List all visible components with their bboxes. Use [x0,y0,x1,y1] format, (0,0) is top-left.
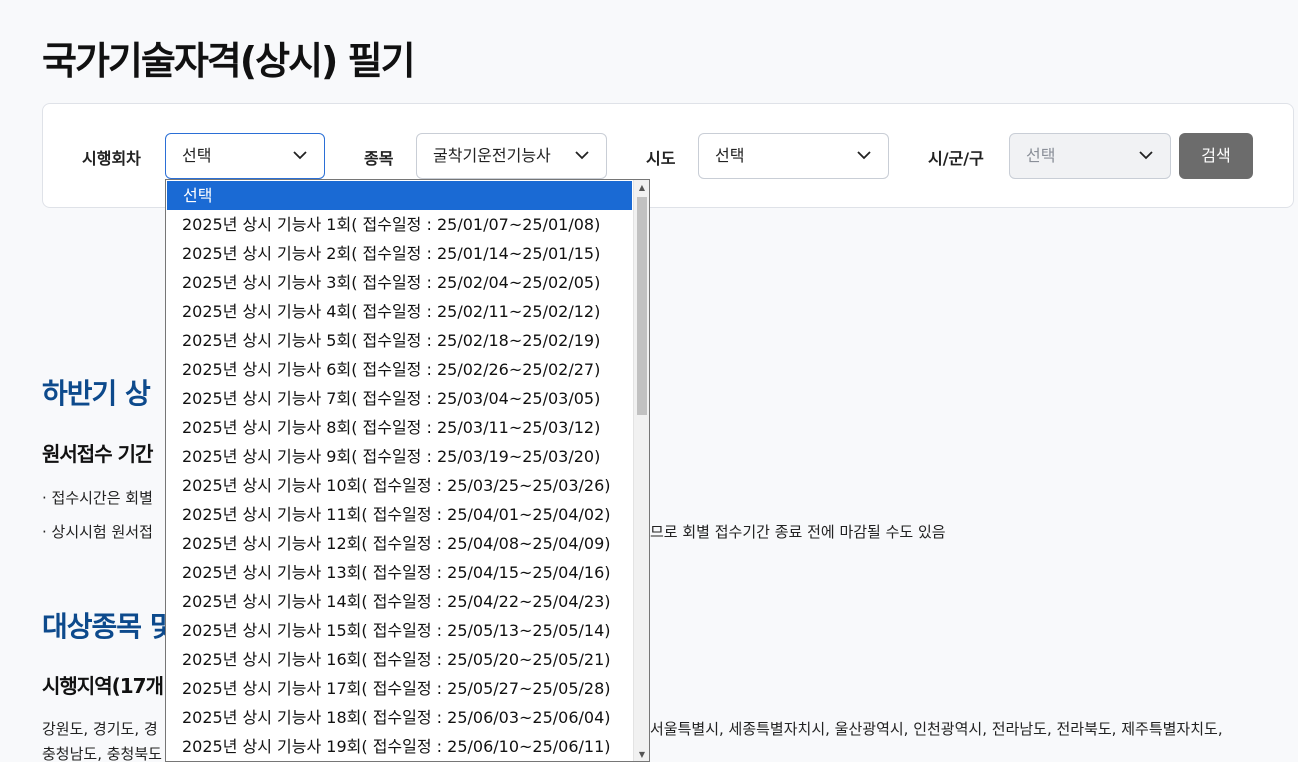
round-label: 시행회차 [82,149,141,168]
sigungu-select[interactable]: 선택 [1009,133,1171,179]
dropdown-option[interactable]: 2025년 상시 기능사 16회( 접수일정 : 25/05/20~25/05/… [166,645,634,674]
round-dropdown-list[interactable]: 선택 2025년 상시 기능사 1회( 접수일정 : 25/01/07~25/01… [165,179,650,762]
dropdown-option[interactable]: 2025년 상시 기능사 6회( 접수일정 : 25/02/26~25/02/2… [166,355,634,384]
dropdown-option[interactable]: 2025년 상시 기능사 13회( 접수일정 : 25/04/15~25/04/… [166,558,634,587]
dropdown-option[interactable]: 2025년 상시 기능사 9회( 접수일정 : 25/03/19~25/03/2… [166,442,634,471]
sido-select-value: 선택 [715,146,745,165]
regions-text-tail: 서울특별시, 세종특별자치시, 울산광역시, 인천광역시, 전라남도, 전라북도… [650,720,1223,738]
dropdown-option[interactable]: 2025년 상시 기능사 11회( 접수일정 : 25/04/01~25/04/… [166,500,634,529]
dropdown-option[interactable]: 2025년 상시 기능사 4회( 접수일정 : 25/02/11~25/02/1… [166,297,634,326]
round-select-value: 선택 [182,146,212,165]
dropdown-option[interactable]: 2025년 상시 기능사 1회( 접수일정 : 25/01/07~25/01/0… [166,210,634,239]
sigungu-select-value: 선택 [1026,146,1056,165]
item-select[interactable]: 굴착기운전기능사 [416,133,607,179]
round-select[interactable]: 선택 [165,133,325,179]
section-subtitle-application: 원서접수 기간 [42,442,153,466]
scrollbar-thumb[interactable] [637,197,647,415]
scrollbar[interactable]: ▲ ▼ [633,180,649,761]
section-subtitle-regions: 시행지역(17개 [42,674,164,698]
dropdown-option[interactable]: 2025년 상시 기능사 15회( 접수일정 : 25/05/13~25/05/… [166,616,634,645]
sido-select[interactable]: 선택 [698,133,889,179]
dropdown-option[interactable]: 선택 [167,181,632,210]
scroll-up-icon[interactable]: ▲ [634,180,649,196]
dropdown-option[interactable]: 2025년 상시 기능사 18회( 접수일정 : 25/06/03~25/06/… [166,703,634,732]
scroll-down-icon[interactable]: ▼ [634,747,649,761]
bullet-text: · 상시시험 원서접 [42,523,153,541]
dropdown-option[interactable]: 2025년 상시 기능사 12회( 접수일정 : 25/04/08~25/04/… [166,529,634,558]
chevron-down-icon [575,151,589,160]
bullet-text: · 접수시간은 회별 [42,489,153,507]
dropdown-option[interactable]: 2025년 상시 기능사 8회( 접수일정 : 25/03/11~25/03/1… [166,413,634,442]
dropdown-option[interactable]: 2025년 상시 기능사 10회( 접수일정 : 25/03/25~25/03/… [166,471,634,500]
search-button[interactable]: 검색 [1179,133,1253,179]
chevron-down-icon [1139,151,1153,160]
item-select-value: 굴착기운전기능사 [433,146,551,165]
dropdown-option[interactable]: 2025년 상시 기능사 19회( 접수일정 : 25/06/10~25/06/… [166,732,634,761]
bullet-text-tail: 므로 회별 접수기간 종료 전에 마감될 수도 있음 [650,523,946,541]
page-title: 국가기술자격(상시) 필기 [42,39,416,83]
chevron-down-icon [293,151,307,160]
sido-label: 시도 [646,149,676,168]
regions-text: 충청남도, 충청북도 [42,745,162,762]
dropdown-option[interactable]: 2025년 상시 기능사 17회( 접수일정 : 25/05/27~25/05/… [166,674,634,703]
chevron-down-icon [857,151,871,160]
dropdown-option[interactable]: 2025년 상시 기능사 14회( 접수일정 : 25/04/22~25/04/… [166,587,634,616]
section-title-schedule: 하반기 상 [42,377,151,410]
item-label: 종목 [364,149,394,168]
dropdown-option[interactable]: 2025년 상시 기능사 5회( 접수일정 : 25/02/18~25/02/1… [166,326,634,355]
dropdown-option[interactable]: 2025년 상시 기능사 3회( 접수일정 : 25/02/04~25/02/0… [166,268,634,297]
dropdown-option[interactable]: 2025년 상시 기능사 2회( 접수일정 : 25/01/14~25/01/1… [166,239,634,268]
section-title-targets: 대상종목 및 [42,610,176,643]
dropdown-option[interactable]: 2025년 상시 기능사 7회( 접수일정 : 25/03/04~25/03/0… [166,384,634,413]
sigungu-label: 시/군/구 [928,149,984,168]
regions-text: 강원도, 경기도, 경 [42,720,158,738]
